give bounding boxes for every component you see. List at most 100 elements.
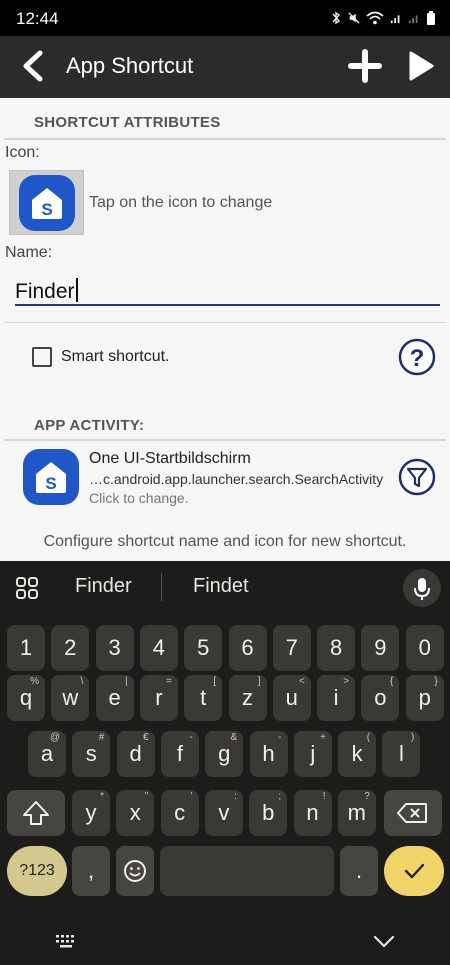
key-label: x [129, 800, 141, 825]
key-alt-label: ! [322, 791, 326, 802]
key-d[interactable]: d € [116, 731, 155, 777]
key-3[interactable]: 3 [95, 625, 134, 671]
key-label: 5 [197, 635, 210, 660]
key-b[interactable]: b; [249, 790, 288, 836]
key-4[interactable]: 4 [139, 625, 178, 671]
key-label: 0 [418, 635, 431, 660]
key-q[interactable]: q% [7, 675, 45, 721]
key-label: i [333, 685, 339, 710]
emoji-key[interactable] [116, 846, 154, 896]
key-x[interactable]: x " [116, 790, 155, 836]
status-bar: 12:44 [0, 0, 450, 36]
key-label: r [155, 685, 163, 710]
add-icon[interactable] [348, 49, 382, 83]
voice-input-button[interactable] [403, 569, 441, 607]
key-label: w [62, 685, 79, 710]
key-alt-label: < [298, 676, 305, 687]
shift-arrow-icon [23, 801, 49, 825]
keyboard-switch-icon[interactable] [55, 930, 77, 952]
key-l[interactable]: l) [382, 731, 421, 777]
key-label: h [262, 741, 275, 766]
key-m[interactable]: m? [337, 790, 376, 836]
enter-key[interactable] [384, 846, 444, 896]
period-key[interactable]: . [340, 846, 378, 896]
back-arrow-icon[interactable] [18, 50, 50, 82]
shift-key[interactable] [7, 790, 65, 836]
key-label: t [200, 685, 207, 710]
wifi-icon [366, 11, 384, 25]
key-g[interactable]: g & [205, 731, 244, 777]
key-label: 8 [329, 635, 343, 660]
run-play-icon[interactable] [406, 49, 436, 83]
key-k[interactable]: k( [338, 731, 377, 777]
key-s[interactable]: s # [72, 731, 111, 777]
key-label: 7 [285, 635, 298, 660]
key-label: y [85, 800, 97, 825]
battery-icon [427, 11, 435, 25]
key-alt-label: \ [80, 676, 84, 687]
key-alt-label: ? [364, 791, 370, 802]
key-y[interactable]: y * [72, 790, 110, 836]
key-f[interactable]: f- [160, 731, 199, 777]
one-ui-home-app-icon: S [19, 175, 75, 231]
key-alt-label: ] [257, 676, 261, 687]
key-h[interactable]: h- [249, 731, 288, 777]
help-icon[interactable]: ? [398, 338, 436, 376]
comma-key[interactable]: , [72, 846, 110, 896]
key-label: s [85, 741, 97, 766]
key-label: f [176, 741, 183, 766]
checkmark-icon [404, 863, 425, 879]
backspace-key[interactable] [384, 790, 442, 836]
key-alt-label: € [143, 732, 149, 743]
key-alt-label: - [189, 732, 193, 743]
key-a[interactable]: a @ [28, 731, 66, 777]
key-alt-label: & [230, 732, 238, 743]
key-label: z [242, 685, 253, 710]
key-label: m [347, 800, 366, 825]
hide-keyboard-chevron-icon[interactable] [372, 931, 396, 951]
activity-app-icon[interactable]: S [23, 449, 79, 505]
key-9[interactable]: 9 [361, 625, 400, 671]
key-v[interactable]: v: [204, 790, 243, 836]
key-5[interactable]: 5 [184, 625, 223, 671]
key-label: l [398, 741, 404, 766]
key-j[interactable]: j + [293, 731, 332, 777]
symbols-key[interactable]: ?123 [7, 846, 67, 896]
key-2[interactable]: 2 [51, 625, 90, 671]
key-label: 1 [19, 635, 33, 660]
key-alt-label: % [30, 676, 39, 687]
key-label: o [374, 685, 387, 710]
key-label: u [285, 685, 298, 710]
key-1[interactable]: 1 [7, 625, 45, 671]
smart-shortcut-checkbox[interactable] [32, 347, 52, 367]
activity-app-name[interactable]: One UI-Startbildschirm [89, 450, 251, 468]
key-c[interactable]: c ' [160, 790, 199, 836]
name-field[interactable]: Finder [15, 276, 440, 306]
smart-shortcut-label[interactable]: Smart shortcut. [61, 348, 169, 366]
status-icons [330, 11, 436, 25]
key-n[interactable]: n! [293, 790, 332, 836]
key-label: 4 [152, 635, 166, 660]
key-6[interactable]: 6 [228, 625, 267, 671]
shortcut-icon-picker[interactable]: S [9, 170, 84, 235]
suggestion-2[interactable]: Findet [193, 575, 249, 598]
section-divider [4, 138, 446, 140]
signal-icon [390, 15, 400, 24]
key-8[interactable]: 8 [317, 625, 356, 671]
key-alt-label: ( [366, 732, 371, 743]
section-header-activity: APP ACTIVITY: [34, 417, 145, 434]
filter-icon[interactable] [398, 458, 436, 496]
activity-hint: Click to change. [89, 490, 189, 506]
activity-class-name[interactable]: …c.android.app.launcher.search.SearchAct… [89, 471, 389, 487]
key-alt-label: " [144, 791, 149, 802]
key-0[interactable]: 0 [405, 625, 444, 671]
apps-grid-icon[interactable] [16, 577, 38, 599]
suggestion-1[interactable]: Finder [75, 575, 132, 598]
key-label: n [306, 800, 319, 825]
key-label: 6 [241, 635, 254, 660]
key-label: k [351, 741, 363, 766]
key-label: d [129, 741, 142, 766]
signal-2-icon [408, 15, 418, 24]
key-7[interactable]: 7 [272, 625, 311, 671]
space-key[interactable] [160, 846, 334, 896]
